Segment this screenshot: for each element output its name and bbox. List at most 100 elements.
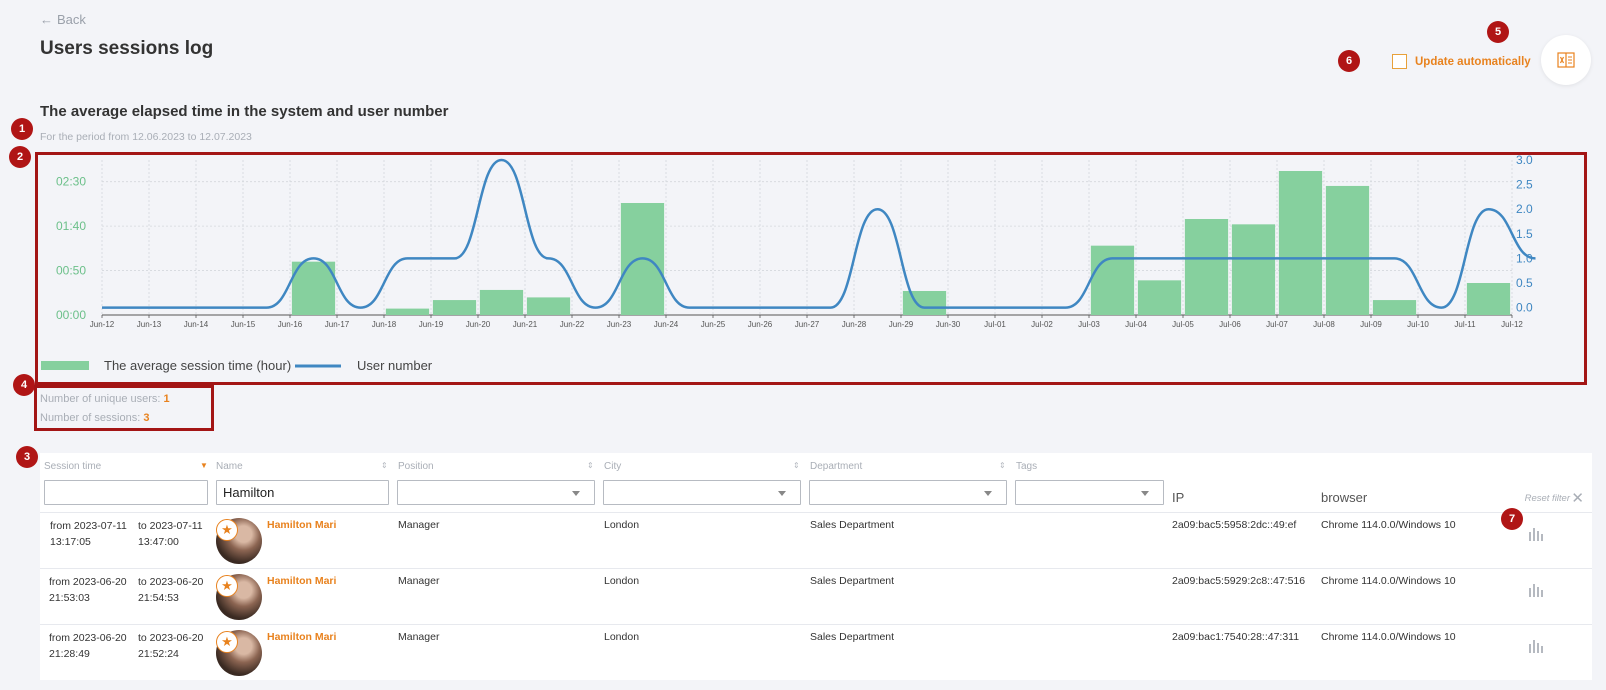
sort-desc-icon[interactable]: ▼ xyxy=(200,461,208,470)
bar xyxy=(479,289,524,315)
marker-6: 6 xyxy=(1338,50,1360,72)
table-row[interactable]: from 2023-06-20 21:28:49 to 2023-06-20 21:… xyxy=(40,624,1592,680)
x-axis-tick-label: Jun-30 xyxy=(936,320,961,329)
close-icon[interactable]: ✕ xyxy=(1571,489,1584,507)
x-axis-tick-label: Jul-02 xyxy=(1031,320,1053,329)
update-automatically-checkbox[interactable] xyxy=(1392,54,1407,69)
marker-4: 4 xyxy=(13,374,35,396)
bar xyxy=(526,297,571,315)
chevron-down-icon xyxy=(1141,491,1149,496)
right-axis-tick: 0.0 xyxy=(1516,301,1533,315)
browser-cell: Chrome 114.0.0/Windows 10 xyxy=(1321,575,1456,587)
x-axis-tick-label: Jul-03 xyxy=(1078,320,1100,329)
session-to: to 2023-06-20 21:54:53 xyxy=(138,576,204,604)
x-axis-tick-label: Jul-08 xyxy=(1313,320,1335,329)
x-axis-tick-label: Jul-10 xyxy=(1407,320,1429,329)
right-axis-tick: 1.5 xyxy=(1516,227,1533,241)
col-position[interactable]: Position xyxy=(398,461,434,472)
x-axis-tick-label: Jun-15 xyxy=(231,320,256,329)
left-axis-tick: 00:50 xyxy=(56,264,86,278)
x-axis-tick-label: Jul-05 xyxy=(1172,320,1194,329)
user-name-link[interactable]: Hamilton Mari xyxy=(267,575,336,587)
bar xyxy=(1231,224,1276,315)
reset-filter-link[interactable]: Reset filter xyxy=(1525,493,1570,504)
ip-cell: 2a09:bac1:7540:28::47:311 xyxy=(1172,631,1300,643)
marker-3: 3 xyxy=(16,446,38,468)
tags-filter-select[interactable] xyxy=(1015,480,1164,505)
export-excel-button[interactable] xyxy=(1541,35,1591,85)
marker-1: 1 xyxy=(11,118,33,140)
x-axis-tick-label: Jun-27 xyxy=(795,320,820,329)
left-axis-tick: 01:40 xyxy=(56,219,86,233)
col-name[interactable]: Name xyxy=(216,461,243,472)
left-axis-tick: 02:30 xyxy=(56,175,86,189)
position-cell: Manager xyxy=(398,519,440,531)
x-axis-tick-label: Jun-18 xyxy=(372,320,397,329)
department-filter-select[interactable] xyxy=(809,480,1007,505)
sessions-count: 3 xyxy=(143,412,150,424)
update-automatically-toggle[interactable]: Update automatically xyxy=(1392,54,1531,69)
x-axis-tick-label: Jun-19 xyxy=(419,320,444,329)
sessions-stat: Number of sessions: 3 xyxy=(40,412,150,424)
x-axis-tick-label: Jun-22 xyxy=(560,320,585,329)
back-link[interactable]: ← Back xyxy=(40,12,86,27)
x-axis-tick-label: Jun-25 xyxy=(701,320,726,329)
x-axis-tick-label: Jul-07 xyxy=(1266,320,1288,329)
marker-2: 2 xyxy=(9,146,31,168)
col-city[interactable]: City xyxy=(604,461,621,472)
unique-users-count: 1 xyxy=(163,393,170,405)
bar xyxy=(902,291,947,315)
x-axis-tick-label: Jun-29 xyxy=(889,320,914,329)
x-axis-tick-label: Jun-24 xyxy=(654,320,679,329)
bar-chart-icon[interactable] xyxy=(1528,583,1546,597)
sessions-chart: 00:0000:5001:4002:300.00.51.01.52.02.53.… xyxy=(41,153,1536,373)
session-time-filter[interactable] xyxy=(44,480,208,505)
sort-icon[interactable]: ⇕ xyxy=(999,461,1006,470)
right-axis-tick: 2.5 xyxy=(1516,178,1533,192)
bar xyxy=(1090,245,1135,315)
legend-line-label: User number xyxy=(357,358,433,373)
col-session-time[interactable]: Session time xyxy=(44,461,101,472)
page-title: Users sessions log xyxy=(40,38,214,59)
bar xyxy=(1184,219,1229,315)
user-name-link[interactable]: Hamilton Mari xyxy=(267,631,336,643)
sort-icon[interactable]: ⇕ xyxy=(793,461,800,470)
sort-icon[interactable]: ⇕ xyxy=(381,461,388,470)
bar xyxy=(432,300,477,315)
bar xyxy=(1325,185,1370,315)
browser-cell: Chrome 114.0.0/Windows 10 xyxy=(1321,519,1456,531)
left-axis-tick: 00:00 xyxy=(56,308,86,322)
chart-container: 00:00 00:50 01:40 02:30 0.0 0.5 1.0 1.5 2.0 2.5 3.… xyxy=(35,152,1587,385)
table-row[interactable]: from 2023-06-20 21:53:03 to 2023-06-20 21:… xyxy=(40,568,1592,624)
marker-7: 7 xyxy=(1501,508,1523,530)
bar xyxy=(1466,283,1511,315)
bar-chart-icon[interactable] xyxy=(1528,527,1546,541)
col-tags[interactable]: Tags xyxy=(1016,461,1037,472)
col-ip[interactable]: IP xyxy=(1172,490,1184,505)
chevron-down-icon xyxy=(984,491,992,496)
table-row[interactable]: from 2023-07-11 13:17:05 to 2023-07-11 13:… xyxy=(40,512,1592,568)
update-automatically-label: Update automatically xyxy=(1415,55,1531,68)
city-cell: London xyxy=(604,519,640,531)
user-name-link[interactable]: Hamilton Mari xyxy=(267,519,336,531)
x-axis-tick-label: Jul-09 xyxy=(1360,320,1382,329)
col-department[interactable]: Department xyxy=(810,461,862,472)
name-filter-input[interactable]: Hamilton xyxy=(216,480,389,505)
session-to: to 2023-06-20 21:52:24 xyxy=(138,632,204,660)
browser-cell: Chrome 114.0.0/Windows 10 xyxy=(1321,631,1456,643)
star-icon: ★ xyxy=(216,519,238,541)
arrow-left-icon: ← xyxy=(40,12,53,27)
position-filter-select[interactable] xyxy=(397,480,595,505)
ip-cell: 2a09:bac5:5929:2c8::47:516 xyxy=(1172,575,1306,587)
city-cell: London xyxy=(604,575,640,587)
excel-icon xyxy=(1557,52,1575,68)
session-from: from 2023-06-20 21:53:03 xyxy=(49,576,127,604)
bar-chart-icon[interactable] xyxy=(1528,639,1546,653)
bar xyxy=(1372,300,1417,315)
position-cell: Manager xyxy=(398,631,440,643)
city-filter-select[interactable] xyxy=(603,480,801,505)
col-browser[interactable]: browser xyxy=(1321,490,1367,505)
x-axis-tick-label: Jun-13 xyxy=(137,320,162,329)
sort-icon[interactable]: ⇕ xyxy=(587,461,594,470)
x-axis-tick-label: Jun-26 xyxy=(748,320,773,329)
